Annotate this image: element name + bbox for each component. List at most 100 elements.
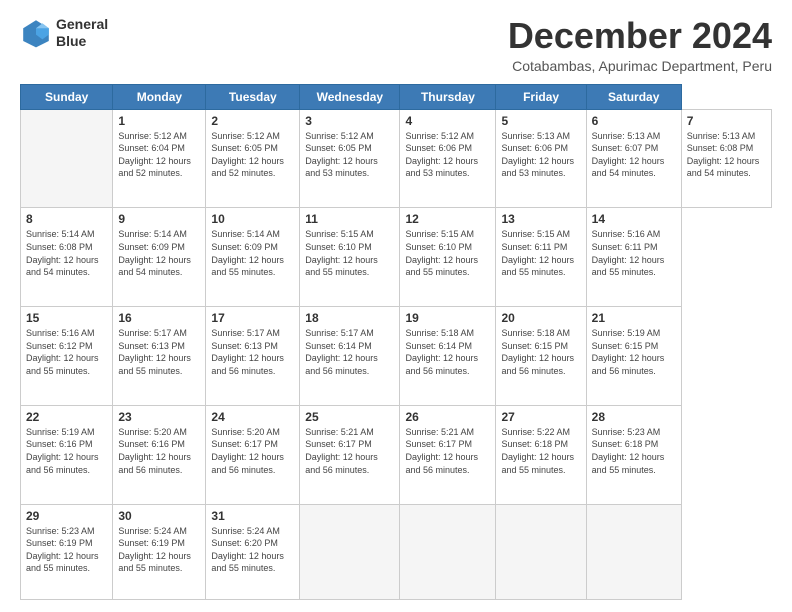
day-info: Sunrise: 5:20 AMSunset: 6:17 PMDaylight:… — [211, 426, 294, 476]
day-number: 6 — [592, 114, 676, 128]
day-number: 11 — [305, 212, 394, 226]
table-row: 3 Sunrise: 5:12 AMSunset: 6:05 PMDaylight… — [300, 109, 400, 208]
table-row: 11 Sunrise: 5:15 AMSunset: 6:10 PMDayligh… — [300, 208, 400, 307]
day-info: Sunrise: 5:16 AMSunset: 6:12 PMDaylight:… — [26, 327, 107, 377]
col-saturday: Saturday — [586, 84, 681, 109]
month-title: December 2024 — [508, 16, 772, 56]
table-row: 4 Sunrise: 5:12 AMSunset: 6:06 PMDaylight… — [400, 109, 496, 208]
table-row: 8Sunrise: 5:14 AMSunset: 6:08 PMDaylight… — [21, 208, 113, 307]
day-number: 22 — [26, 410, 107, 424]
table-row: 7 Sunrise: 5:13 AMSunset: 6:08 PMDaylight… — [681, 109, 771, 208]
day-number: 24 — [211, 410, 294, 424]
day-info: Sunrise: 5:15 AMSunset: 6:10 PMDaylight:… — [405, 228, 490, 278]
day-number: 23 — [118, 410, 200, 424]
table-row: 28 Sunrise: 5:23 AMSunset: 6:18 PMDayligh… — [586, 405, 681, 504]
table-row: 29 Sunrise: 5:23 AMSunset: 6:19 PMDayligh… — [21, 504, 113, 599]
day-info: Sunrise: 5:23 AMSunset: 6:18 PMDaylight:… — [592, 426, 676, 476]
table-row: 24 Sunrise: 5:20 AMSunset: 6:17 PMDayligh… — [206, 405, 300, 504]
table-row: 10 Sunrise: 5:14 AMSunset: 6:09 PMDayligh… — [206, 208, 300, 307]
table-row: 19Sunrise: 5:18 AMSunset: 6:14 PMDayligh… — [400, 307, 496, 406]
table-row — [496, 504, 586, 599]
col-monday: Monday — [113, 84, 206, 109]
day-number: 8 — [26, 212, 107, 226]
day-info: Sunrise: 5:17 AMSunset: 6:13 PMDaylight:… — [211, 327, 294, 377]
day-number: 9 — [118, 212, 200, 226]
day-number: 7 — [687, 114, 766, 128]
day-info: Sunrise: 5:14 AMSunset: 6:09 PMDaylight:… — [211, 228, 294, 278]
day-info: Sunrise: 5:17 AMSunset: 6:14 PMDaylight:… — [305, 327, 394, 377]
table-row: 23 Sunrise: 5:20 AMSunset: 6:16 PMDayligh… — [113, 405, 206, 504]
day-info: Sunrise: 5:13 AMSunset: 6:07 PMDaylight:… — [592, 130, 676, 180]
table-row — [21, 109, 113, 208]
week-row-5: 29 Sunrise: 5:23 AMSunset: 6:19 PMDayligh… — [21, 504, 772, 599]
table-row: 13Sunrise: 5:15 AMSunset: 6:11 PMDayligh… — [496, 208, 586, 307]
week-row-1: 1Sunrise: 5:12 AMSunset: 6:04 PMDaylight… — [21, 109, 772, 208]
day-number: 30 — [118, 509, 200, 523]
day-info: Sunrise: 5:17 AMSunset: 6:13 PMDaylight:… — [118, 327, 200, 377]
table-row: 5Sunrise: 5:13 AMSunset: 6:06 PMDaylight… — [496, 109, 586, 208]
day-number: 27 — [501, 410, 580, 424]
day-info: Sunrise: 5:12 AMSunset: 6:05 PMDaylight:… — [305, 130, 394, 180]
day-number: 25 — [305, 410, 394, 424]
day-info: Sunrise: 5:19 AMSunset: 6:16 PMDaylight:… — [26, 426, 107, 476]
day-info: Sunrise: 5:16 AMSunset: 6:11 PMDaylight:… — [592, 228, 676, 278]
day-number: 3 — [305, 114, 394, 128]
table-row: 18 Sunrise: 5:17 AMSunset: 6:14 PMDayligh… — [300, 307, 400, 406]
day-info: Sunrise: 5:24 AMSunset: 6:20 PMDaylight:… — [211, 525, 294, 575]
table-row — [300, 504, 400, 599]
day-number: 4 — [405, 114, 490, 128]
table-row — [400, 504, 496, 599]
table-row: 2 Sunrise: 5:12 AMSunset: 6:05 PMDaylight… — [206, 109, 300, 208]
logo-text: General Blue — [56, 16, 108, 50]
day-number: 21 — [592, 311, 676, 325]
day-number: 28 — [592, 410, 676, 424]
table-row: 26Sunrise: 5:21 AMSunset: 6:17 PMDayligh… — [400, 405, 496, 504]
day-info: Sunrise: 5:20 AMSunset: 6:16 PMDaylight:… — [118, 426, 200, 476]
week-row-3: 15Sunrise: 5:16 AMSunset: 6:12 PMDayligh… — [21, 307, 772, 406]
day-info: Sunrise: 5:24 AMSunset: 6:19 PMDaylight:… — [118, 525, 200, 575]
day-info: Sunrise: 5:12 AMSunset: 6:06 PMDaylight:… — [405, 130, 490, 180]
table-row: 30 Sunrise: 5:24 AMSunset: 6:19 PMDayligh… — [113, 504, 206, 599]
col-thursday: Thursday — [400, 84, 496, 109]
day-info: Sunrise: 5:12 AMSunset: 6:05 PMDaylight:… — [211, 130, 294, 180]
logo: General Blue — [20, 16, 108, 50]
day-number: 14 — [592, 212, 676, 226]
day-number: 17 — [211, 311, 294, 325]
col-tuesday: Tuesday — [206, 84, 300, 109]
day-info: Sunrise: 5:21 AMSunset: 6:17 PMDaylight:… — [305, 426, 394, 476]
header: General Blue December 2024 Cotabambas, A… — [20, 16, 772, 74]
table-row: 17 Sunrise: 5:17 AMSunset: 6:13 PMDayligh… — [206, 307, 300, 406]
day-number: 16 — [118, 311, 200, 325]
day-number: 26 — [405, 410, 490, 424]
table-row: 25 Sunrise: 5:21 AMSunset: 6:17 PMDayligh… — [300, 405, 400, 504]
day-number: 12 — [405, 212, 490, 226]
table-row: 14 Sunrise: 5:16 AMSunset: 6:11 PMDayligh… — [586, 208, 681, 307]
table-row: 21Sunrise: 5:19 AMSunset: 6:15 PMDayligh… — [586, 307, 681, 406]
title-section: December 2024 Cotabambas, Apurimac Depar… — [508, 16, 772, 74]
day-info: Sunrise: 5:13 AMSunset: 6:08 PMDaylight:… — [687, 130, 766, 180]
col-sunday: Sunday — [21, 84, 113, 109]
calendar-body: 1Sunrise: 5:12 AMSunset: 6:04 PMDaylight… — [21, 109, 772, 599]
table-row: 31 Sunrise: 5:24 AMSunset: 6:20 PMDayligh… — [206, 504, 300, 599]
day-number: 10 — [211, 212, 294, 226]
day-number: 18 — [305, 311, 394, 325]
day-info: Sunrise: 5:15 AMSunset: 6:11 PMDaylight:… — [501, 228, 580, 278]
day-info: Sunrise: 5:15 AMSunset: 6:10 PMDaylight:… — [305, 228, 394, 278]
table-row: 6 Sunrise: 5:13 AMSunset: 6:07 PMDaylight… — [586, 109, 681, 208]
calendar-header: Sunday Monday Tuesday Wednesday Thursday… — [21, 84, 772, 109]
location: Cotabambas, Apurimac Department, Peru — [508, 58, 772, 74]
table-row: 22 Sunrise: 5:19 AMSunset: 6:16 PMDayligh… — [21, 405, 113, 504]
logo-icon — [20, 17, 52, 49]
day-number: 2 — [211, 114, 294, 128]
page: General Blue December 2024 Cotabambas, A… — [0, 0, 792, 612]
table-row: 16 Sunrise: 5:17 AMSunset: 6:13 PMDayligh… — [113, 307, 206, 406]
day-number: 19 — [405, 311, 490, 325]
table-row: 20Sunrise: 5:18 AMSunset: 6:15 PMDayligh… — [496, 307, 586, 406]
day-info: Sunrise: 5:23 AMSunset: 6:19 PMDaylight:… — [26, 525, 107, 575]
day-number: 31 — [211, 509, 294, 523]
table-row: 1Sunrise: 5:12 AMSunset: 6:04 PMDaylight… — [113, 109, 206, 208]
col-wednesday: Wednesday — [300, 84, 400, 109]
day-number: 29 — [26, 509, 107, 523]
calendar-table: Sunday Monday Tuesday Wednesday Thursday… — [20, 84, 772, 600]
day-info: Sunrise: 5:12 AMSunset: 6:04 PMDaylight:… — [118, 130, 200, 180]
